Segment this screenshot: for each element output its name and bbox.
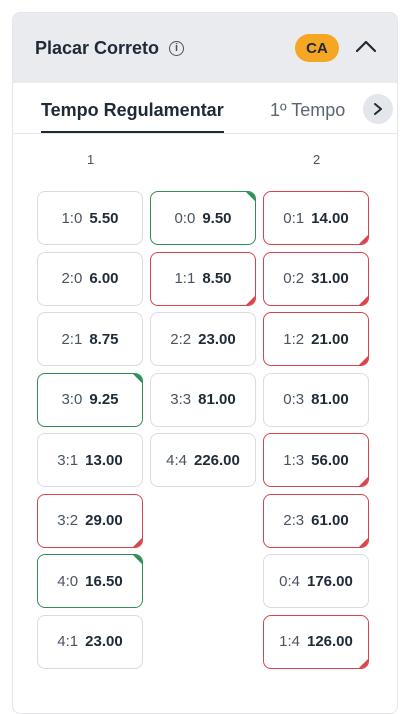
odds-value: 23.00 <box>85 633 123 650</box>
ca-badge: CA <box>295 34 339 62</box>
odds-button-draw-0-0[interactable]: 0:0 9.50 <box>150 191 256 245</box>
market-header[interactable]: Placar Correto i CA <box>13 13 397 83</box>
period-tabs: Tempo Regulamentar 1º Tempo <box>13 83 397 134</box>
score-label: 0:3 <box>283 391 305 408</box>
score-label: 0:1 <box>283 209 305 227</box>
odds-value: 126.00 <box>306 633 353 650</box>
score-label: 4:4 <box>166 451 187 469</box>
score-label: 2:0 <box>61 270 83 287</box>
odds-value: 6.00 <box>89 270 119 287</box>
odds-up-indicator-icon <box>133 373 142 383</box>
odds-value: 31.00 <box>311 270 349 287</box>
odds-down-indicator-icon <box>359 537 368 547</box>
odds-value: 9.50 <box>202 209 232 227</box>
odds-up-indicator-icon <box>133 555 142 564</box>
score-label: 0:4 <box>279 572 300 590</box>
odds-button-away-1-3[interactable]: 1:3 56.00 <box>263 433 369 487</box>
odds-button-away-2-3[interactable]: 2:3 61.00 <box>263 493 369 548</box>
odds-down-indicator-icon <box>359 658 368 668</box>
score-label: 2:2 <box>170 330 192 348</box>
score-label: 3:3 <box>170 391 192 408</box>
odds-value: 21.00 <box>311 330 349 348</box>
score-label: 1:0 <box>61 209 83 227</box>
odds-button-home-2-0[interactable]: 2:0 6.00 <box>37 251 143 306</box>
odds-value: 61.00 <box>311 512 349 529</box>
odds-button-home-3-1[interactable]: 3:1 13.00 <box>37 433 143 487</box>
score-label: 1:2 <box>283 330 305 348</box>
score-label: 0:2 <box>283 270 305 287</box>
odds-button-draw-4-4[interactable]: 4:4 226.00 <box>150 433 256 487</box>
odds-button-away-0-1[interactable]: 0:1 14.00 <box>263 191 369 245</box>
odds-down-indicator-icon <box>359 235 368 244</box>
score-label: 4:0 <box>57 572 79 590</box>
odds-button-away-1-2[interactable]: 1:2 21.00 <box>263 312 369 366</box>
odds-button-home-3-2[interactable]: 3:2 29.00 <box>37 493 143 548</box>
score-label: 0:0 <box>174 209 196 227</box>
odds-down-indicator-icon <box>133 537 142 547</box>
odds-button-away-0-3[interactable]: 0:3 81.00 <box>263 372 369 427</box>
market-title: Placar Correto <box>35 37 160 58</box>
score-label: 3:0 <box>61 391 83 408</box>
odds-value: 16.50 <box>85 572 123 590</box>
odds-button-home-4-0[interactable]: 4:0 16.50 <box>37 554 143 608</box>
odds-button-home-2-1[interactable]: 2:1 8.75 <box>37 312 143 366</box>
odds-value: 81.00 <box>198 391 236 408</box>
odds-value: 13.00 <box>85 451 123 469</box>
chevron-right-icon <box>374 103 382 115</box>
score-label: 4:1 <box>57 633 79 650</box>
odds-button-home-1-0[interactable]: 1:0 5.50 <box>37 191 143 245</box>
score-label: 1:4 <box>279 633 300 650</box>
odds-value: 81.00 <box>311 391 349 408</box>
odds-button-draw-1-1[interactable]: 1:1 8.50 <box>150 251 256 306</box>
odds-button-away-0-2[interactable]: 0:2 31.00 <box>263 251 369 306</box>
odds-value: 14.00 <box>311 209 349 227</box>
odds-value: 23.00 <box>198 330 236 348</box>
odds-button-draw-2-2[interactable]: 2:2 23.00 <box>150 312 256 366</box>
tabs-scroll-right-button[interactable] <box>363 94 393 124</box>
score-label: 2:1 <box>61 330 83 348</box>
odds-value: 29.00 <box>85 512 123 529</box>
tab-tempo-regulamentar[interactable]: Tempo Regulamentar <box>41 100 224 133</box>
score-label: 3:1 <box>57 451 79 469</box>
odds-button-draw-3-3[interactable]: 3:3 81.00 <box>150 372 256 427</box>
odds-button-home-3-0[interactable]: 3:0 9.25 <box>37 372 143 427</box>
odds-down-indicator-icon <box>359 356 368 365</box>
odds-value: 56.00 <box>311 451 349 469</box>
score-label: 2:3 <box>283 512 305 529</box>
odds-value: 8.75 <box>89 330 119 348</box>
odds-down-indicator-icon <box>359 477 368 486</box>
odds-button-away-1-4[interactable]: 1:4 126.00 <box>263 614 369 669</box>
odds-down-indicator-icon <box>359 295 368 305</box>
tab-primeiro-tempo[interactable]: 1º Tempo <box>270 100 345 133</box>
odds-button-home-4-1[interactable]: 4:1 23.00 <box>37 614 143 669</box>
odds-button-away-0-4[interactable]: 0:4 176.00 <box>263 554 369 608</box>
odds-value: 9.25 <box>89 391 119 408</box>
odds-up-indicator-icon <box>246 192 255 201</box>
score-label: 3:2 <box>57 512 79 529</box>
score-label: 1:1 <box>174 270 196 287</box>
column-label-home: 1 <box>87 152 95 167</box>
score-label: 1:3 <box>283 451 305 469</box>
odds-down-indicator-icon <box>246 295 255 305</box>
odds-value: 226.00 <box>193 451 240 469</box>
info-icon[interactable]: i <box>169 40 185 56</box>
chevron-up-icon[interactable] <box>355 38 377 54</box>
column-label-away: 2 <box>313 152 321 167</box>
odds-value: 8.50 <box>202 270 232 287</box>
odds-value: 176.00 <box>306 572 353 590</box>
odds-value: 5.50 <box>89 209 119 227</box>
